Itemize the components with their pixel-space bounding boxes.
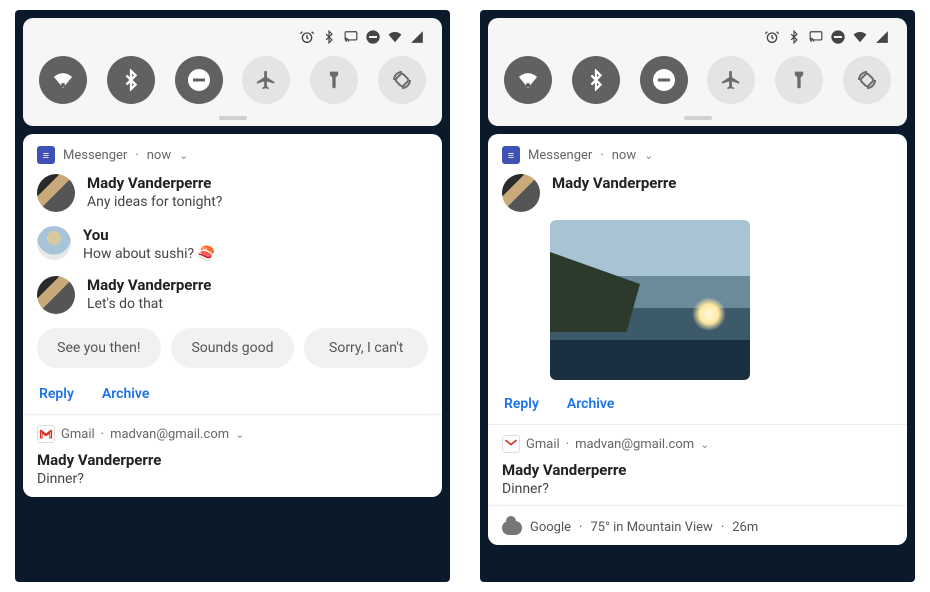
message-text: Let's do that [87, 296, 428, 312]
app-name: Messenger [528, 148, 592, 163]
message-text: How about sushi? 🍣 [83, 246, 428, 262]
alarm-icon [763, 28, 781, 46]
cast-icon [807, 28, 825, 46]
gmail-account: madvan@gmail.com [575, 437, 694, 452]
gmail-account: madvan@gmail.com [110, 427, 229, 442]
notification-time: now [147, 148, 171, 163]
avatar [502, 174, 540, 212]
smart-reply-chip[interactable]: See you then! [37, 328, 161, 368]
status-bar [496, 28, 899, 52]
messenger-notification[interactable]: ≡ Messenger · now ⌄ Mady Vanderperre Rep… [488, 134, 907, 545]
smart-reply-chips: See you then! Sounds good Sorry, I can't [37, 328, 428, 368]
gmail-app-icon [37, 425, 55, 443]
cloud-icon [502, 521, 522, 535]
messenger-notification[interactable]: ≡ Messenger · now ⌄ Mady Vanderperre Any… [23, 134, 442, 497]
chevron-down-icon[interactable]: ⌄ [179, 149, 188, 162]
qs-dnd[interactable] [175, 56, 223, 104]
app-name: Messenger [63, 148, 127, 163]
message-row: Mady Vanderperre [502, 174, 893, 212]
phone-right: ≡ Messenger · now ⌄ Mady Vanderperre Rep… [480, 10, 915, 582]
chevron-down-icon[interactable]: ⌄ [235, 428, 244, 441]
messenger-app-icon: ≡ [502, 146, 520, 164]
avatar [37, 276, 75, 314]
message-row: Mady Vanderperre Any ideas for tonight? [37, 174, 428, 212]
weather-age: 26m [732, 520, 758, 535]
message-row: You How about sushi? 🍣 [37, 226, 428, 262]
drag-handle[interactable] [684, 116, 712, 120]
gmail-sender: Mady Vanderperre [37, 451, 428, 469]
image-attachment[interactable] [550, 220, 750, 380]
archive-action[interactable]: Archive [567, 396, 614, 412]
qs-rotate[interactable] [378, 56, 426, 104]
alarm-icon [298, 28, 316, 46]
app-name: Gmail [61, 427, 95, 442]
app-name: Gmail [526, 437, 560, 452]
quick-settings-panel [23, 18, 442, 126]
reply-action[interactable]: Reply [504, 396, 539, 412]
messenger-app-icon: ≡ [37, 146, 55, 164]
gmail-header: Gmail · madvan@gmail.com ⌄ [502, 435, 893, 453]
qs-dnd[interactable] [640, 56, 688, 104]
wifi-icon [386, 28, 404, 46]
signal-icon [408, 28, 426, 46]
chevron-down-icon[interactable]: ⌄ [700, 438, 709, 451]
dnd-icon [364, 28, 382, 46]
qs-airplane[interactable] [707, 56, 755, 104]
smart-reply-chip[interactable]: Sorry, I can't [304, 328, 428, 368]
weather-notification[interactable]: Google · 75° in Mountain View · 26m [502, 516, 893, 535]
qs-flashlight[interactable] [775, 56, 823, 104]
notification-header: ≡ Messenger · now ⌄ [37, 146, 428, 164]
message-row: Mady Vanderperre Let's do that [37, 276, 428, 314]
quick-settings-panel [488, 18, 907, 126]
divider [488, 505, 907, 506]
qs-wifi[interactable] [504, 56, 552, 104]
message-text: Any ideas for tonight? [87, 194, 428, 210]
qs-bluetooth[interactable] [572, 56, 620, 104]
gmail-subject: Dinner? [502, 481, 893, 497]
qs-rotate[interactable] [843, 56, 891, 104]
quick-settings-row [496, 52, 899, 112]
dnd-icon [829, 28, 847, 46]
gmail-app-icon [502, 435, 520, 453]
quick-settings-row [31, 52, 434, 112]
archive-action[interactable]: Archive [102, 386, 149, 402]
avatar [37, 174, 75, 212]
notification-actions: Reply Archive [502, 388, 893, 416]
notification-time: now [612, 148, 636, 163]
weather-source: Google [530, 520, 571, 535]
avatar [37, 226, 71, 260]
sender-name: Mady Vanderperre [87, 276, 428, 294]
smart-reply-chip[interactable]: Sounds good [171, 328, 295, 368]
status-bar [31, 28, 434, 52]
cast-icon [342, 28, 360, 46]
wifi-icon [851, 28, 869, 46]
qs-wifi[interactable] [39, 56, 87, 104]
notification-header: ≡ Messenger · now ⌄ [502, 146, 893, 164]
gmail-subject: Dinner? [37, 471, 428, 487]
gmail-sender: Mady Vanderperre [502, 461, 893, 479]
bluetooth-icon [785, 28, 803, 46]
weather-text: 75° in Mountain View [590, 520, 712, 535]
bluetooth-icon [320, 28, 338, 46]
qs-airplane[interactable] [242, 56, 290, 104]
sender-name: Mady Vanderperre [552, 174, 893, 192]
reply-action[interactable]: Reply [39, 386, 74, 402]
phone-left: ≡ Messenger · now ⌄ Mady Vanderperre Any… [15, 10, 450, 582]
signal-icon [873, 28, 891, 46]
drag-handle[interactable] [219, 116, 247, 120]
qs-bluetooth[interactable] [107, 56, 155, 104]
gmail-header: Gmail · madvan@gmail.com ⌄ [37, 425, 428, 443]
chevron-down-icon[interactable]: ⌄ [644, 149, 653, 162]
sender-name: Mady Vanderperre [87, 174, 428, 192]
divider [488, 424, 907, 425]
qs-flashlight[interactable] [310, 56, 358, 104]
notification-actions: Reply Archive [37, 378, 428, 406]
divider [23, 414, 442, 415]
sender-name: You [83, 226, 428, 244]
